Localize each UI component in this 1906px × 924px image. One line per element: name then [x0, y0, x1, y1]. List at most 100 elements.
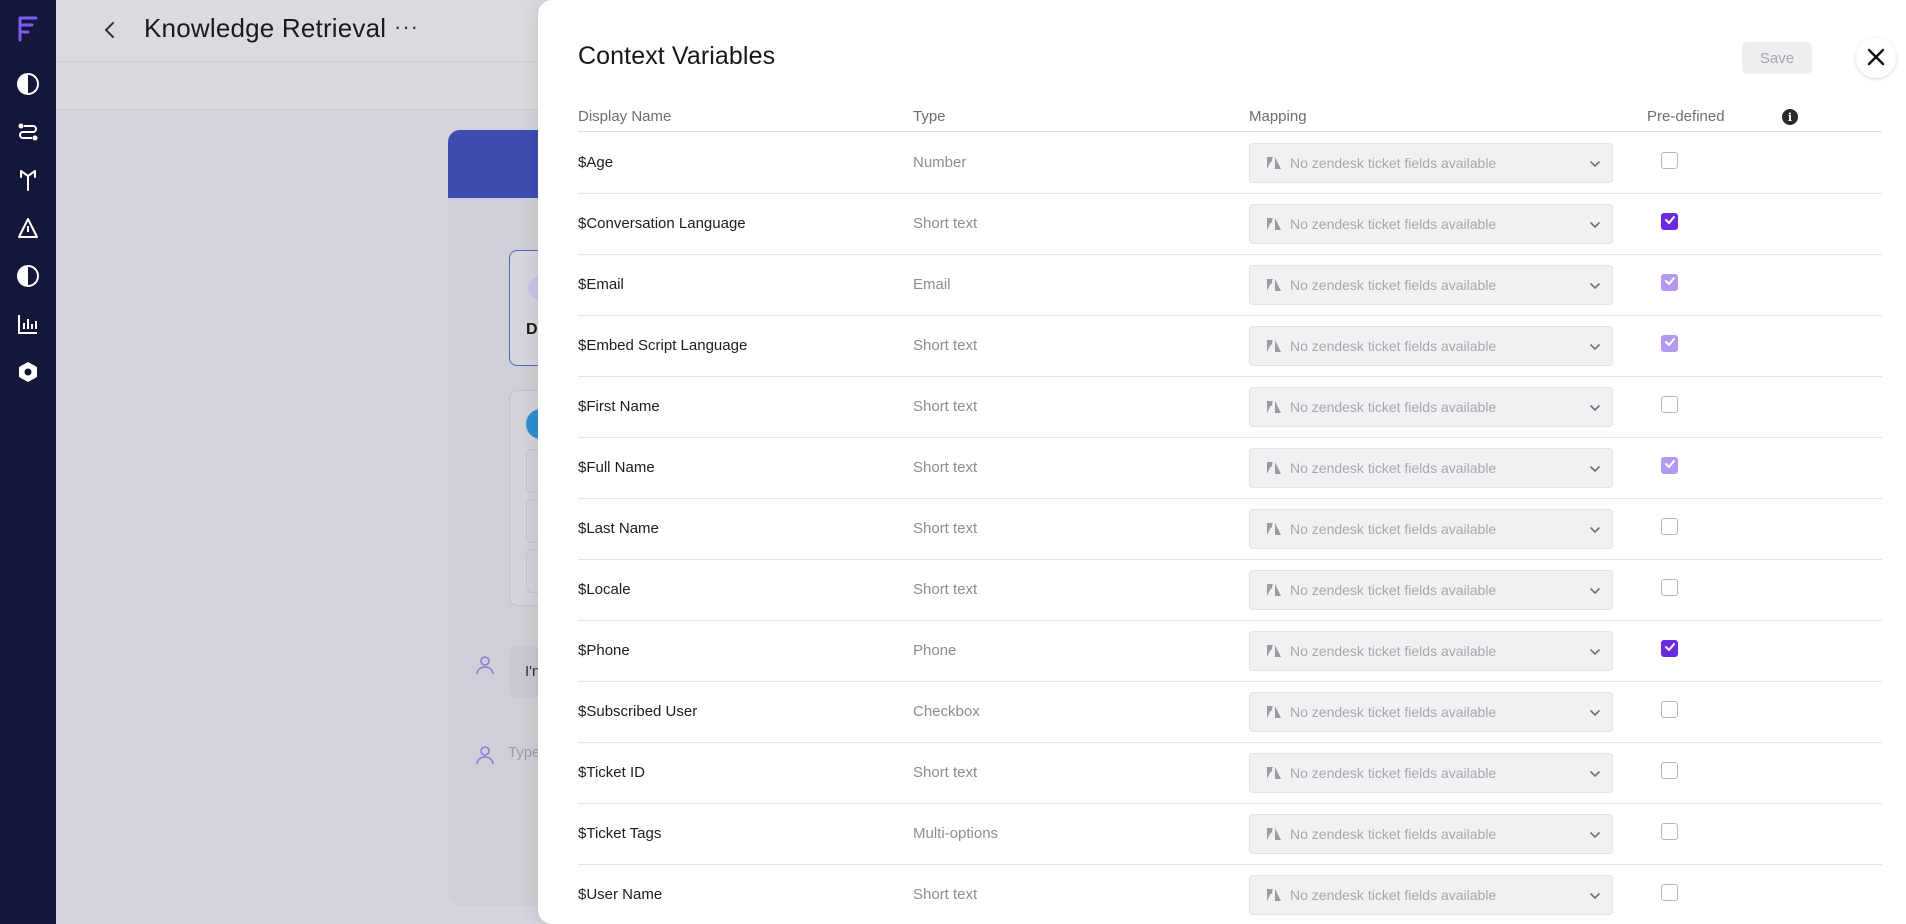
predefined-checkbox[interactable] [1661, 640, 1678, 657]
contrast-icon[interactable] [14, 262, 42, 290]
predefined-checkbox[interactable] [1661, 823, 1678, 840]
hexagon-gear-icon[interactable] [14, 358, 42, 386]
variable-name: $User Name [578, 886, 663, 903]
table-row: $Last Name Short text No zendesk ticket fi… [578, 499, 1882, 560]
variable-type: Short text [913, 581, 978, 598]
chevron-down-icon [1588, 401, 1602, 415]
variable-name: $First Name [578, 398, 660, 415]
table-header: Display Name Type Mapping Pre-defined i [578, 106, 1882, 132]
predefined-checkbox[interactable] [1661, 518, 1678, 535]
mapping-select[interactable]: No zendesk ticket fields available [1249, 204, 1613, 244]
chat-input-placeholder: Type [508, 744, 541, 761]
predefined-checkbox[interactable] [1661, 213, 1678, 230]
predefined-checkbox[interactable] [1661, 701, 1678, 718]
chevron-down-icon [1588, 279, 1602, 293]
mapping-select[interactable]: No zendesk ticket fields available [1249, 265, 1613, 305]
contrast-icon[interactable] [14, 70, 42, 98]
back-arrow-icon[interactable] [96, 16, 124, 44]
mapping-select[interactable]: No zendesk ticket fields available [1249, 692, 1613, 732]
workflow-icon[interactable] [14, 118, 42, 146]
checkmark-icon [1664, 274, 1676, 292]
mapping-select[interactable]: No zendesk ticket fields available [1249, 143, 1613, 183]
chevron-down-icon [1588, 157, 1602, 171]
mapping-select-value: No zendesk ticket fields available [1290, 704, 1497, 720]
mapping-select[interactable]: No zendesk ticket fields available [1249, 387, 1613, 427]
column-header-predefined: Pre-defined [1647, 108, 1725, 125]
chevron-down-icon [1588, 645, 1602, 659]
mapping-select-value: No zendesk ticket fields available [1290, 155, 1497, 171]
mapping-select-value: No zendesk ticket fields available [1290, 216, 1497, 232]
variable-name: $Locale [578, 581, 631, 598]
mapping-select[interactable]: No zendesk ticket fields available [1249, 326, 1613, 366]
variable-name: $Phone [578, 642, 630, 659]
zendesk-icon [1266, 888, 1282, 902]
variable-type: Phone [913, 642, 957, 659]
predefined-checkbox[interactable] [1661, 152, 1678, 169]
predefined-checkbox[interactable] [1661, 274, 1678, 291]
mapping-select-value: No zendesk ticket fields available [1290, 338, 1497, 354]
table-row: $Age Number No zendesk ticket fields avail… [578, 133, 1882, 194]
chevron-down-icon [1588, 340, 1602, 354]
save-button[interactable]: Save [1742, 42, 1812, 74]
table-row: $First Name Short text No zendesk ticket f… [578, 377, 1882, 438]
zendesk-icon [1266, 156, 1282, 170]
mapping-select-value: No zendesk ticket fields available [1290, 521, 1497, 537]
variable-type: Email [913, 276, 951, 293]
chevron-down-icon [1588, 523, 1602, 537]
variable-name: $Embed Script Language [578, 337, 748, 354]
checkmark-icon [1664, 457, 1676, 475]
predefined-checkbox[interactable] [1661, 457, 1678, 474]
mapping-select[interactable]: No zendesk ticket fields available [1249, 631, 1613, 671]
column-header-mapping: Mapping [1249, 108, 1307, 125]
nav-rail [0, 0, 56, 924]
triangle-a-icon[interactable] [14, 214, 42, 242]
table-row: $Embed Script Language Short text No zende… [578, 316, 1882, 377]
variable-type: Short text [913, 459, 978, 476]
user-avatar-icon [470, 740, 500, 770]
predefined-checkbox[interactable] [1661, 579, 1678, 596]
close-icon [1866, 47, 1886, 70]
variable-name: $Ticket ID [578, 764, 645, 781]
table-row: $Subscribed User Checkbox No zendesk ticke… [578, 682, 1882, 743]
forethought-logo-icon[interactable] [14, 14, 42, 42]
chevron-down-icon [1588, 706, 1602, 720]
zendesk-icon [1266, 461, 1282, 475]
variable-name: $Full Name [578, 459, 655, 476]
predefined-checkbox[interactable] [1661, 396, 1678, 413]
chevron-down-icon [1588, 767, 1602, 781]
checkmark-icon [1664, 213, 1676, 231]
variable-name: $Ticket Tags [578, 825, 662, 842]
bar-chart-icon[interactable] [14, 310, 42, 338]
column-header-display-name: Display Name [578, 108, 672, 125]
info-icon[interactable]: i [1782, 109, 1798, 125]
mapping-select[interactable]: No zendesk ticket fields available [1249, 753, 1613, 793]
predefined-checkbox[interactable] [1661, 884, 1678, 901]
close-button[interactable] [1856, 38, 1896, 78]
zendesk-icon [1266, 339, 1282, 353]
variable-name: $Conversation Language [578, 215, 746, 232]
chevron-down-icon [1588, 462, 1602, 476]
table-row: $Conversation Language Short text No zende… [578, 194, 1882, 255]
chevron-down-icon [1588, 889, 1602, 903]
variable-type: Multi-options [913, 825, 999, 842]
table-row: $Ticket ID Short text No zendesk ticket fi… [578, 743, 1882, 804]
table-row: $Phone Phone No zendesk ticket fields avai… [578, 621, 1882, 682]
modal-title: Context Variables [578, 42, 776, 70]
mapping-select[interactable]: No zendesk ticket fields available [1249, 814, 1613, 854]
zendesk-icon [1266, 522, 1282, 536]
more-options-button[interactable]: ··· [394, 14, 419, 40]
split-arrows-icon[interactable] [14, 166, 42, 194]
mapping-select-value: No zendesk ticket fields available [1290, 643, 1497, 659]
table-row: $Locale Short text No zendesk ticket field… [578, 560, 1882, 621]
variable-type: Short text [913, 215, 978, 232]
predefined-checkbox[interactable] [1661, 335, 1678, 352]
variable-name: $Subscribed User [578, 703, 698, 720]
mapping-select[interactable]: No zendesk ticket fields available [1249, 448, 1613, 488]
zendesk-icon [1266, 766, 1282, 780]
variable-name: $Email [578, 276, 624, 293]
mapping-select[interactable]: No zendesk ticket fields available [1249, 875, 1613, 915]
zendesk-icon [1266, 583, 1282, 597]
mapping-select[interactable]: No zendesk ticket fields available [1249, 509, 1613, 549]
mapping-select[interactable]: No zendesk ticket fields available [1249, 570, 1613, 610]
predefined-checkbox[interactable] [1661, 762, 1678, 779]
